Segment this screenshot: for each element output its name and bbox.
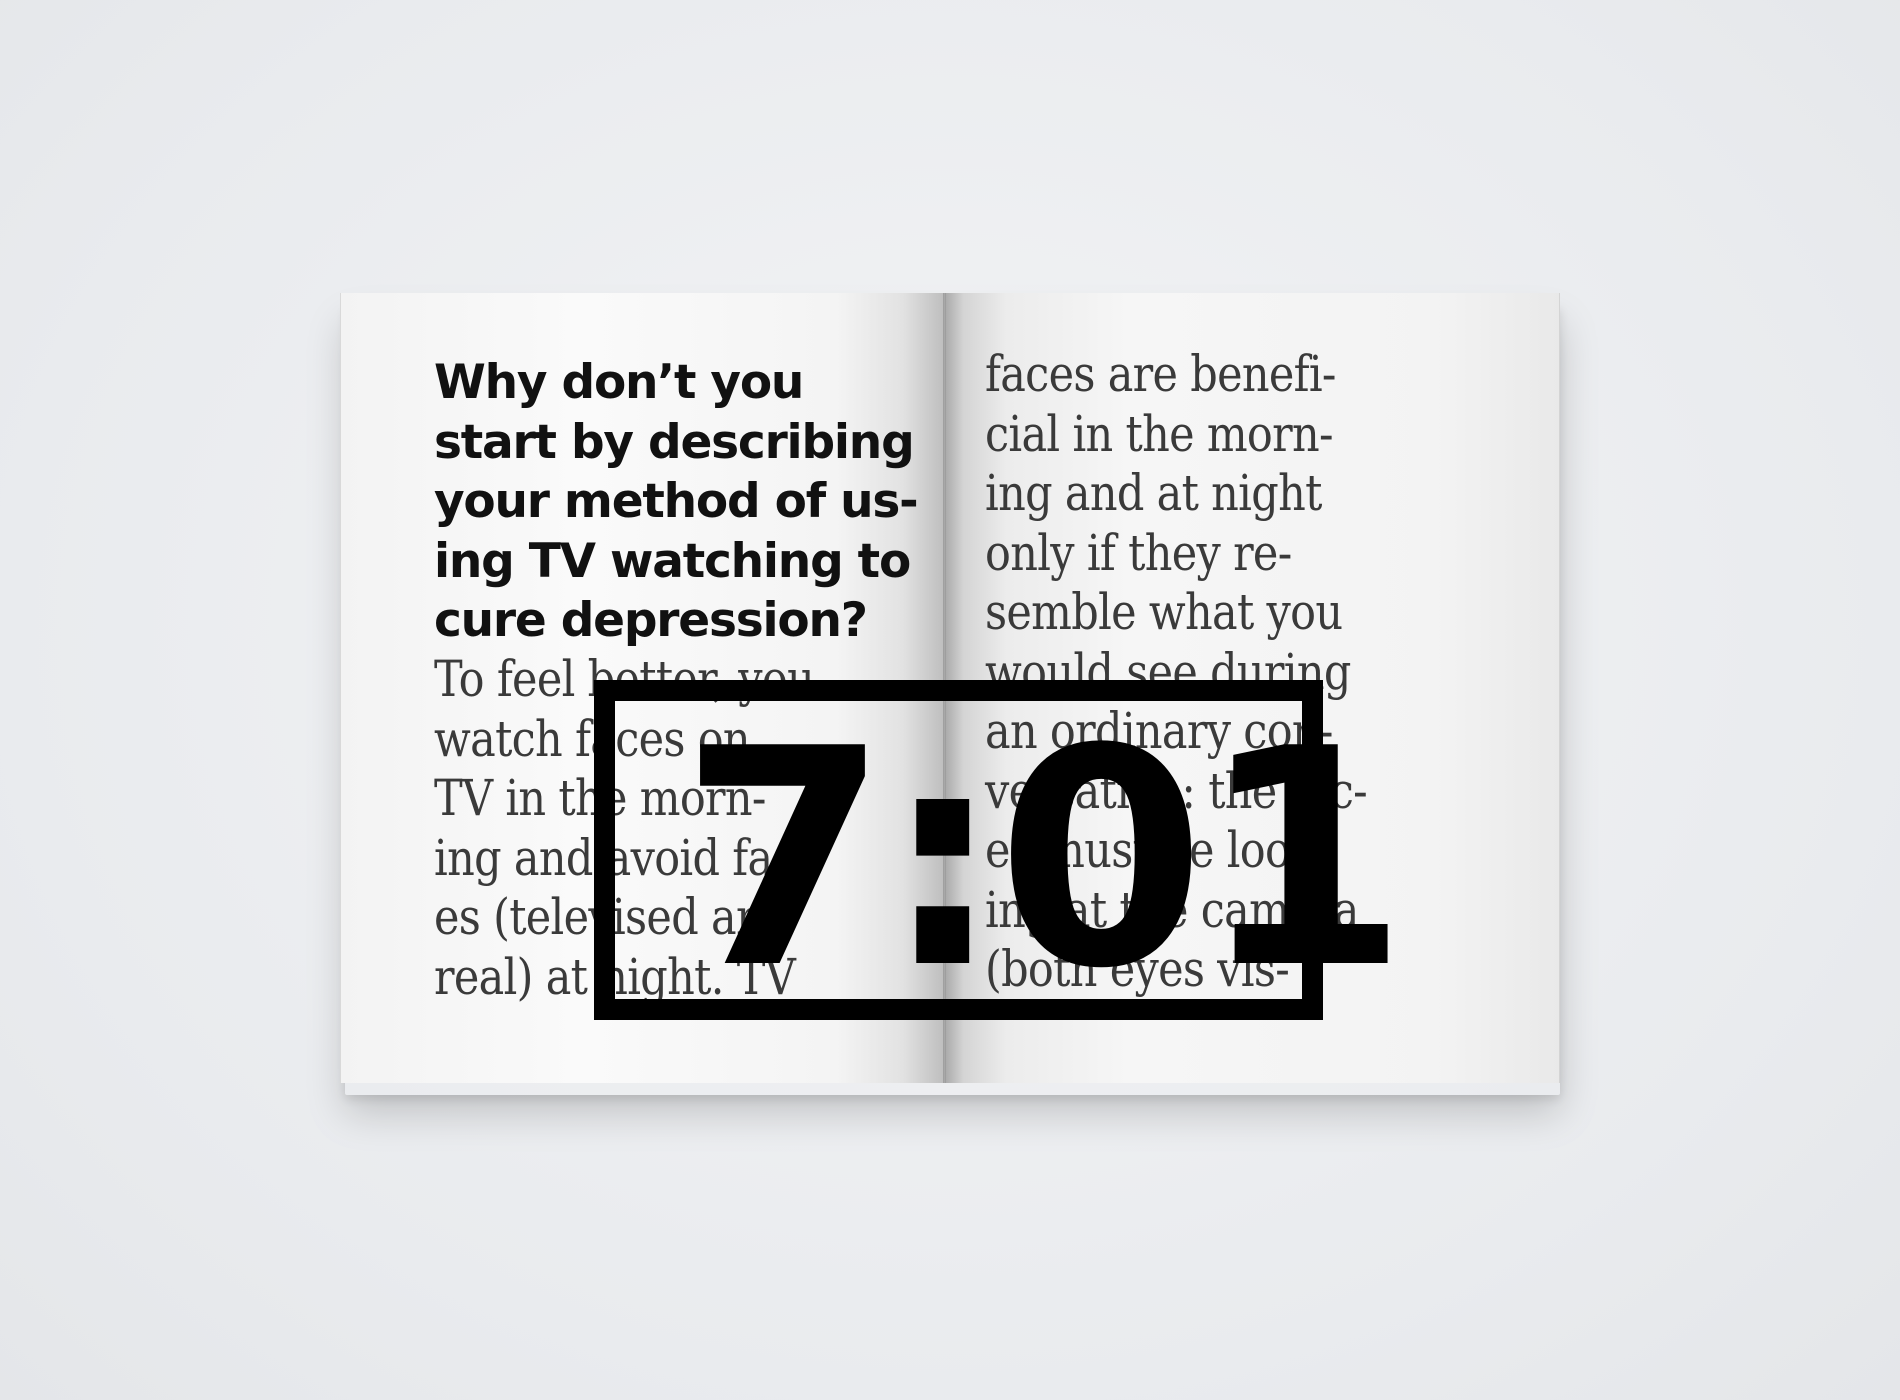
body-line: cial in the morn- bbox=[985, 404, 1334, 463]
timer-display: 7:01 bbox=[680, 685, 1408, 1034]
interview-question: Why don’t you start by describing your m… bbox=[434, 353, 934, 651]
question-line: ing TV watching to bbox=[434, 533, 911, 589]
magazine-mockup: Why don’t you start by describing your m… bbox=[0, 0, 1900, 1400]
body-line: faces are benefi- bbox=[985, 345, 1336, 403]
question-line: Why don’t you bbox=[434, 355, 804, 410]
body-line: semble what you bbox=[985, 583, 1343, 641]
question-line: cure depression? bbox=[434, 593, 868, 648]
body-line: only if they re- bbox=[985, 523, 1292, 582]
question-line: your method of us- bbox=[434, 474, 919, 529]
body-line: ing and at night bbox=[985, 464, 1322, 522]
question-line: start by describing bbox=[434, 414, 915, 470]
